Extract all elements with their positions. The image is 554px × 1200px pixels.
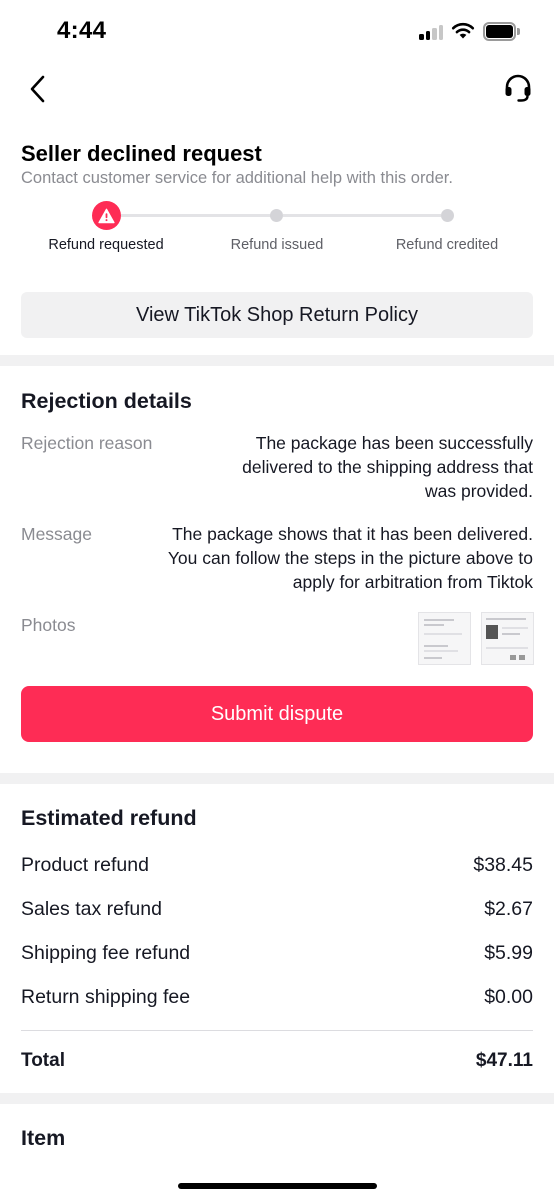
chevron-left-icon [30,75,45,103]
refund-row-label: Sales tax refund [21,898,162,920]
page-title: Seller declined request [21,141,262,166]
total-label: Total [21,1050,65,1071]
warning-icon [92,201,121,230]
progress-line [121,214,271,217]
estimated-refund-title: Estimated refund [21,806,197,830]
step-label-refund-issued: Refund issued [230,237,324,253]
photo-thumbnail[interactable] [481,612,534,665]
progress-line [283,214,441,217]
rejection-reason-line: The package has been successfully [255,433,533,453]
wifi-icon [451,22,475,39]
section-divider [0,355,554,366]
message-value: The package shows that it has been deliv… [168,522,533,594]
progress-dot [270,209,283,222]
photos-label: Photos [21,615,76,635]
return-policy-button[interactable]: View TikTok Shop Return Policy [21,292,533,338]
refund-row-label: Product refund [21,854,149,876]
section-divider [0,773,554,784]
status-bar: 4:44 [0,0,554,64]
rejection-details-title: Rejection details [21,389,192,413]
page-subtitle: Contact customer service for additional … [21,169,453,187]
refund-row-value: $2.67 [484,898,533,920]
message-line: apply for arbitration from Tiktok [292,572,533,592]
step-label-refund-credited: Refund credited [395,237,499,253]
progress-dot [441,209,454,222]
back-button[interactable] [20,70,54,108]
refund-row-value: $5.99 [484,942,533,964]
customer-service-button[interactable] [500,70,536,106]
message-line: The package shows that it has been deliv… [172,524,533,544]
section-divider [0,1093,554,1104]
total-divider [21,1030,533,1031]
refund-row-label: Return shipping fee [21,986,191,1008]
message-label: Message [21,524,93,544]
step-label-refund-requested: Refund requested [48,237,164,253]
refund-progress-tracker: Refund requested Refund issued Refund cr… [0,200,554,260]
battery-icon [483,22,520,41]
message-line: You can follow the steps in the picture … [167,548,533,568]
rejection-reason-line: delivered to the shipping address that [242,457,533,477]
submit-dispute-button[interactable]: Submit dispute [21,686,533,742]
item-section-title: Item [21,1126,66,1150]
status-time: 4:44 [57,17,107,44]
photo-thumbnail[interactable] [418,612,471,665]
headset-icon [505,74,531,102]
rejection-reason-line: was provided. [425,481,533,501]
rejection-reason-label: Rejection reason [21,433,153,453]
cellular-signal-icon [419,24,445,40]
home-indicator[interactable] [178,1183,377,1189]
rejection-reason-value: The package has been successfully delive… [242,431,533,503]
refund-row-value: $0.00 [484,986,533,1008]
total-value: $47.11 [475,1050,533,1071]
photo-thumbnails [418,612,534,666]
refund-row-value: $38.45 [473,854,533,876]
refund-row-label: Shipping fee refund [21,942,191,964]
